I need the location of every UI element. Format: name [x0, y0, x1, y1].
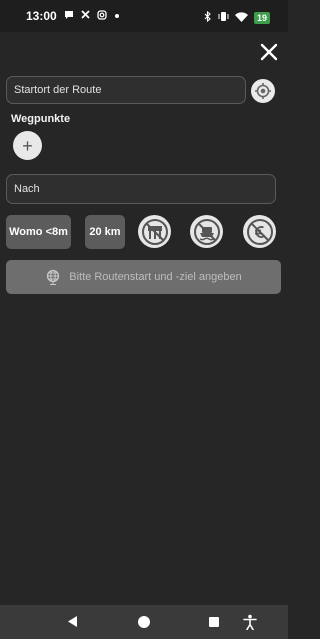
- avoid-highway-toggle[interactable]: [138, 215, 171, 248]
- x-icon: [81, 10, 90, 22]
- no-ferry-icon: [193, 218, 220, 245]
- start-field[interactable]: [6, 76, 246, 104]
- globe-icon: [47, 269, 60, 285]
- back-button[interactable]: [66, 615, 79, 633]
- recents-icon: [209, 617, 219, 627]
- close-button[interactable]: [258, 41, 280, 63]
- status-right: 19: [204, 9, 270, 27]
- vibrate-icon: [218, 9, 229, 27]
- status-bar: 13:00 19: [0, 0, 288, 32]
- accessibility-icon: [243, 614, 257, 631]
- avoid-ferry-toggle[interactable]: [190, 215, 223, 248]
- chat-bubble-icon: [64, 10, 74, 23]
- waypoints-label: Wegpunkte: [11, 113, 71, 125]
- plus-icon: +: [22, 135, 33, 156]
- battery-icon: 19: [253, 12, 270, 24]
- start-input[interactable]: [7, 84, 245, 96]
- bluetooth-icon: [204, 9, 212, 27]
- route-button-label: Bitte Routenstart und -ziel angeben: [69, 271, 242, 283]
- destination-field[interactable]: [6, 174, 276, 204]
- no-toll-icon: [246, 218, 273, 245]
- accessibility-button[interactable]: [243, 614, 257, 635]
- locate-button[interactable]: [251, 79, 275, 103]
- calculate-route-button[interactable]: Bitte Routenstart und -ziel angeben: [6, 260, 281, 294]
- back-icon: [68, 616, 77, 627]
- status-left: 13:00: [26, 9, 120, 23]
- destination-input[interactable]: [7, 183, 275, 195]
- navigation-bar: [0, 605, 288, 639]
- avoid-toll-toggle[interactable]: [243, 215, 276, 248]
- home-button[interactable]: [137, 615, 151, 634]
- add-waypoint-button[interactable]: +: [13, 131, 42, 160]
- no-highway-icon: [141, 218, 168, 245]
- crosshair-icon: [255, 83, 271, 99]
- clock: 13:00: [26, 9, 57, 23]
- vehicle-chip[interactable]: Womo <8m: [6, 215, 71, 249]
- close-icon: [260, 43, 278, 61]
- dot-icon: [114, 11, 120, 22]
- instagram-icon: [97, 9, 107, 23]
- wifi-icon: [234, 9, 248, 27]
- home-icon: [138, 616, 150, 628]
- recents-button[interactable]: [208, 615, 220, 633]
- distance-chip[interactable]: 20 km: [85, 215, 125, 249]
